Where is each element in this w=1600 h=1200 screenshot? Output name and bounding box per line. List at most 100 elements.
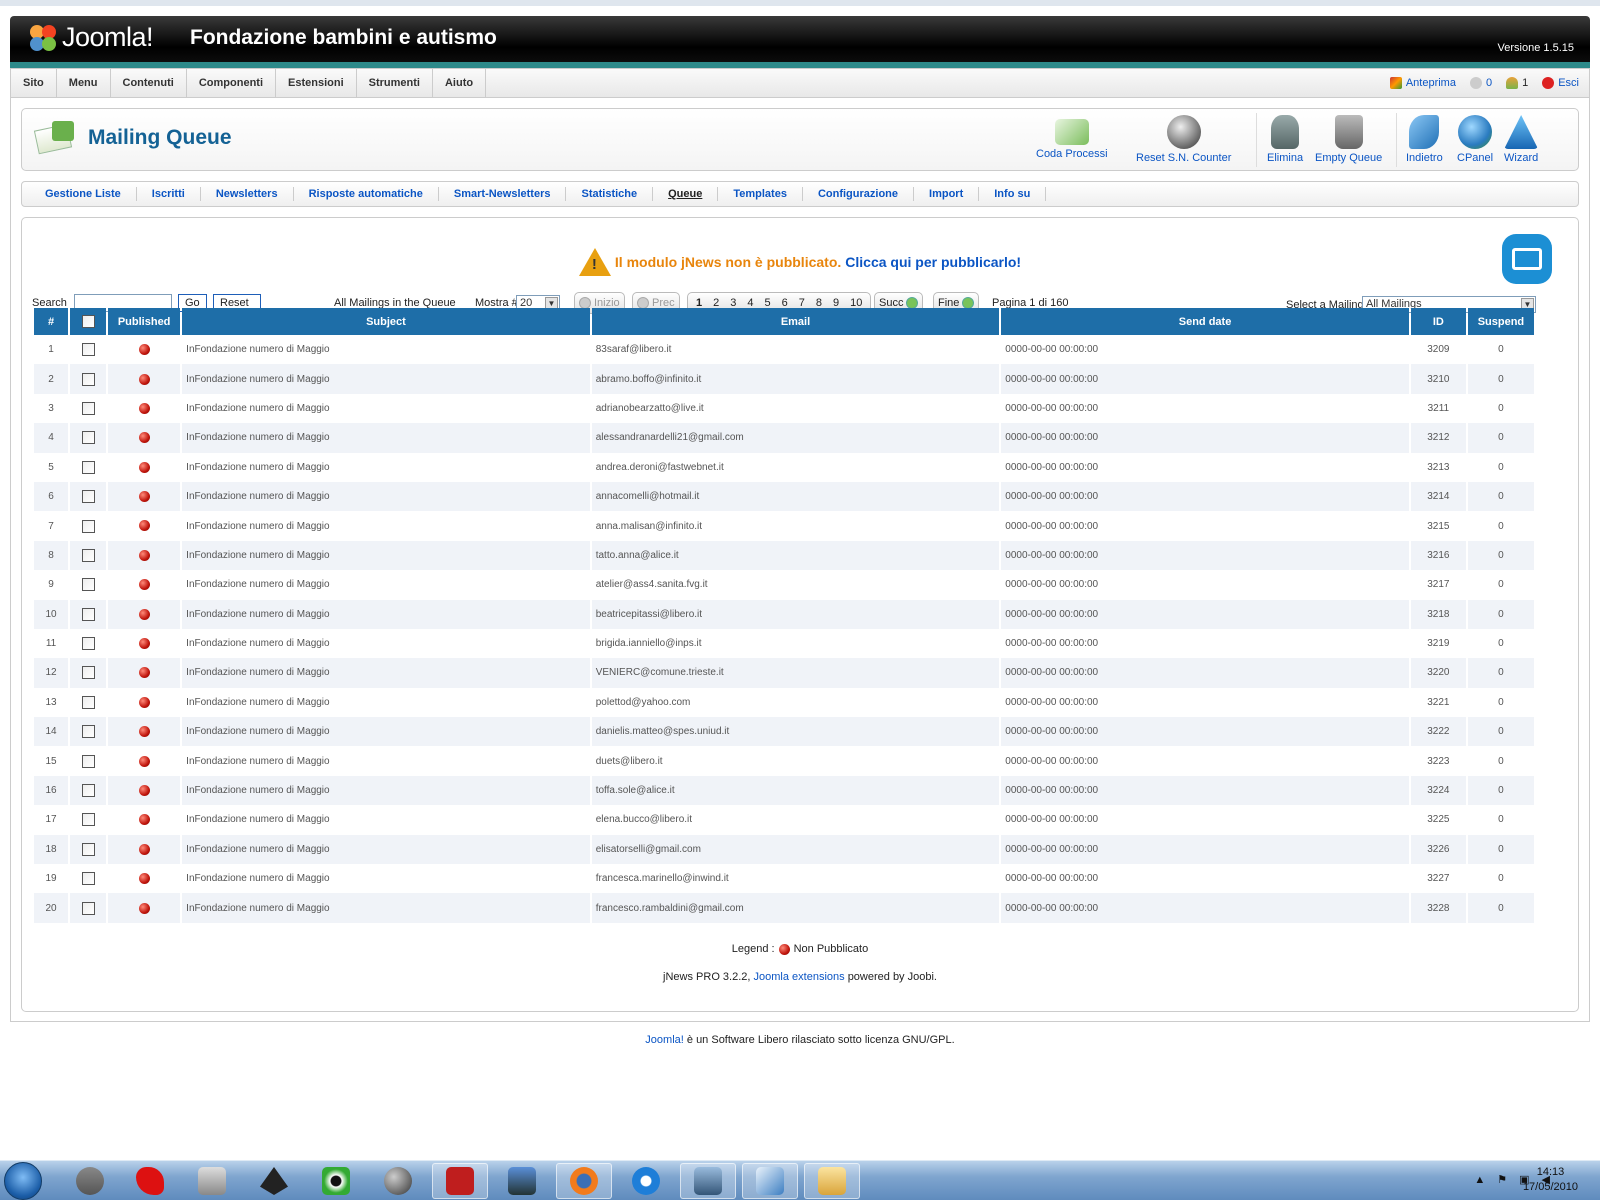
tab-gestione-liste[interactable]: Gestione Liste bbox=[30, 187, 137, 201]
wizard-button[interactable]: Wizard bbox=[1504, 115, 1538, 164]
tab-newsletters[interactable]: Newsletters bbox=[201, 187, 294, 201]
unpublished-icon[interactable] bbox=[138, 373, 150, 385]
menu-strumenti[interactable]: Strumenti bbox=[357, 69, 433, 97]
tab-smart-newsletters[interactable]: Smart-Newsletters bbox=[439, 187, 567, 201]
menu-estensioni[interactable]: Estensioni bbox=[276, 69, 357, 97]
row-checkbox[interactable] bbox=[81, 872, 95, 886]
col-send-date[interactable]: Send date bbox=[1001, 308, 1409, 335]
suspend-cell: 0 bbox=[1467, 893, 1534, 923]
taskbar-app-filezilla[interactable] bbox=[432, 1163, 488, 1199]
unpublished-icon[interactable] bbox=[138, 608, 150, 620]
send-date-cell: 0000-00-00 00:00:00 bbox=[1005, 696, 1099, 708]
menu-contenuti[interactable]: Contenuti bbox=[111, 69, 187, 97]
taskbar-app-floppy[interactable] bbox=[184, 1163, 240, 1199]
coda-processi-button[interactable]: Coda Processi bbox=[1036, 115, 1108, 160]
row-checkbox[interactable] bbox=[81, 343, 95, 357]
unpublished-icon[interactable] bbox=[138, 402, 150, 414]
joomla-link[interactable]: Joomla! bbox=[645, 1034, 684, 1046]
menu-menu[interactable]: Menu bbox=[57, 69, 111, 97]
unpublished-icon[interactable] bbox=[138, 491, 150, 503]
menu-componenti[interactable]: Componenti bbox=[187, 69, 277, 97]
taskbar-app-remote[interactable] bbox=[680, 1163, 736, 1199]
row-checkbox[interactable] bbox=[81, 578, 95, 592]
row-checkbox[interactable] bbox=[81, 372, 95, 386]
row-checkbox[interactable] bbox=[81, 666, 95, 680]
row-checkbox[interactable] bbox=[81, 842, 95, 856]
select-all-checkbox[interactable] bbox=[81, 315, 95, 328]
flag-icon[interactable]: ⚑ bbox=[1497, 1173, 1507, 1186]
taskbar-clock[interactable]: 14:13 17/05/2010 bbox=[1523, 1165, 1578, 1195]
unpublished-icon[interactable] bbox=[138, 814, 150, 826]
unpublished-icon[interactable] bbox=[138, 902, 150, 914]
row-checkbox[interactable] bbox=[81, 901, 95, 915]
messages-link[interactable]: 0 bbox=[1469, 77, 1492, 89]
row-checkbox[interactable] bbox=[81, 784, 95, 798]
tab-statistiche[interactable]: Statistiche bbox=[566, 187, 654, 201]
logout-link[interactable]: Esci bbox=[1542, 77, 1579, 89]
col-published[interactable]: Published bbox=[108, 308, 181, 335]
unpublished-icon[interactable] bbox=[138, 873, 150, 885]
taskbar-app-inkscape[interactable] bbox=[246, 1163, 302, 1199]
tab-templates[interactable]: Templates bbox=[718, 187, 803, 201]
unpublished-icon[interactable] bbox=[138, 461, 150, 473]
tab-import[interactable]: Import bbox=[914, 187, 980, 201]
preview-link[interactable]: Anteprima bbox=[1389, 77, 1456, 89]
unpublished-icon[interactable] bbox=[138, 696, 150, 708]
start-button[interactable] bbox=[4, 1162, 42, 1200]
taskbar-app-firefox[interactable] bbox=[556, 1163, 612, 1199]
taskbar-app-paint[interactable] bbox=[122, 1163, 178, 1199]
row-checkbox[interactable] bbox=[81, 401, 95, 415]
unpublished-icon[interactable] bbox=[138, 784, 150, 796]
tab-info-su[interactable]: Info su bbox=[979, 187, 1047, 201]
row-checkbox[interactable] bbox=[81, 754, 95, 768]
publish-module-link[interactable]: Clicca qui per pubblicarlo! bbox=[845, 254, 1021, 270]
indietro-button[interactable]: Indietro bbox=[1406, 115, 1443, 164]
taskbar-app-gimp[interactable] bbox=[62, 1163, 118, 1199]
row-checkbox[interactable] bbox=[81, 725, 95, 739]
col-email[interactable]: Email bbox=[591, 308, 1000, 335]
taskbar-app-eye[interactable] bbox=[308, 1163, 364, 1199]
tray-expand-icon[interactable]: ▲ bbox=[1474, 1174, 1485, 1186]
joomla-extensions-link[interactable]: Joomla extensions bbox=[754, 971, 845, 983]
row-checkbox[interactable] bbox=[81, 548, 95, 562]
col-suspend[interactable]: Suspend bbox=[1467, 308, 1534, 335]
unpublished-icon[interactable] bbox=[138, 667, 150, 679]
unpublished-icon[interactable] bbox=[138, 344, 150, 356]
cpanel-button[interactable]: CPanel bbox=[1457, 115, 1493, 164]
taskbar-app-sphere[interactable] bbox=[370, 1163, 426, 1199]
unpublished-icon[interactable] bbox=[138, 726, 150, 738]
tab-risposte-automatiche[interactable]: Risposte automatiche bbox=[294, 187, 439, 201]
tab-queue[interactable]: Queue bbox=[653, 187, 719, 201]
row-checkbox[interactable] bbox=[81, 813, 95, 827]
taskbar-app-network[interactable] bbox=[494, 1163, 550, 1199]
row-checkbox[interactable] bbox=[81, 607, 95, 621]
tab-configurazione[interactable]: Configurazione bbox=[803, 187, 915, 201]
taskbar-app-ie[interactable] bbox=[618, 1163, 674, 1199]
tab-iscritti[interactable]: Iscritti bbox=[137, 187, 201, 201]
menu-sito[interactable]: Sito bbox=[11, 69, 57, 97]
taskbar-app-virtualbox[interactable] bbox=[742, 1163, 798, 1199]
unpublished-icon[interactable] bbox=[138, 549, 150, 561]
unpublished-icon[interactable] bbox=[138, 520, 150, 532]
row-checkbox[interactable] bbox=[81, 519, 95, 533]
reset-sn-counter-button[interactable]: Reset S.N. Counter bbox=[1136, 115, 1231, 164]
taskbar-app-folder[interactable] bbox=[804, 1163, 860, 1199]
col-subject[interactable]: Subject bbox=[182, 308, 590, 335]
unpublished-icon[interactable] bbox=[138, 432, 150, 444]
elimina-button[interactable]: Elimina bbox=[1267, 115, 1303, 164]
row-checkbox[interactable] bbox=[81, 637, 95, 651]
row-checkbox[interactable] bbox=[81, 460, 95, 474]
unpublished-icon[interactable] bbox=[138, 638, 150, 650]
unpublished-icon[interactable] bbox=[138, 755, 150, 767]
menu-aiuto[interactable]: Aiuto bbox=[433, 69, 487, 97]
row-checkbox[interactable] bbox=[81, 695, 95, 709]
row-checkbox[interactable] bbox=[81, 431, 95, 445]
unpublished-icon[interactable] bbox=[138, 843, 150, 855]
row-number: 15 bbox=[45, 755, 57, 767]
row-checkbox[interactable] bbox=[81, 490, 95, 504]
empty-queue-button[interactable]: Empty Queue bbox=[1315, 115, 1382, 164]
col-id[interactable]: ID bbox=[1410, 308, 1466, 335]
users-link[interactable]: 1 bbox=[1506, 77, 1528, 89]
unpublished-icon[interactable] bbox=[138, 579, 150, 591]
send-date-cell: 0000-00-00 00:00:00 bbox=[1001, 658, 1409, 688]
